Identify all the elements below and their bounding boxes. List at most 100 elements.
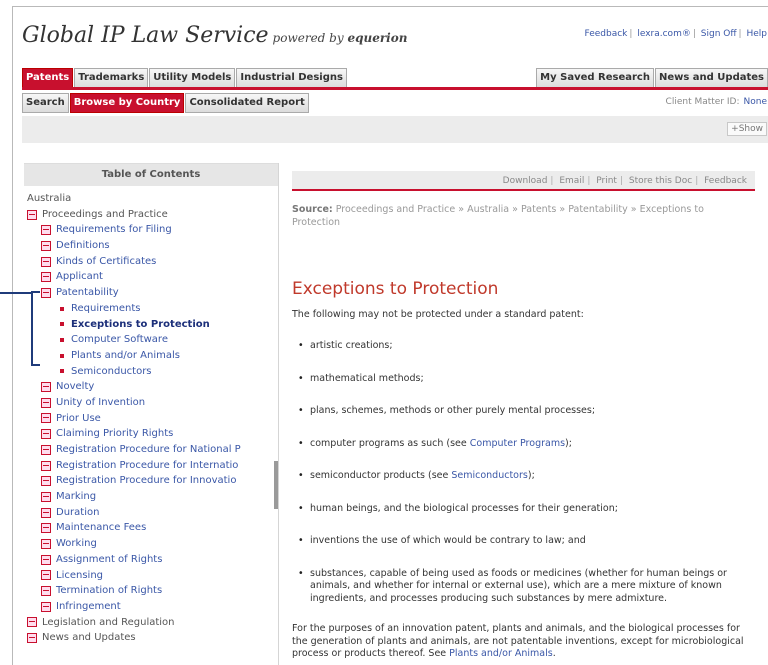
tab-industrial-designs[interactable]: Industrial Designs — [236, 68, 347, 88]
toc-item[interactable]: Registration Procedure for Internatio — [24, 458, 278, 474]
toc-item-label: Requirements — [71, 302, 141, 314]
expand-icon[interactable] — [41, 397, 51, 408]
toc-item-label: Definitions — [56, 240, 110, 252]
lexra-link[interactable]: lexra.com® — [637, 29, 691, 39]
toc-item[interactable]: Requirements for Filing — [24, 222, 278, 238]
article-title: Exceptions to Protection — [292, 279, 499, 299]
expand-icon[interactable] — [41, 570, 51, 581]
expand-icon[interactable] — [41, 523, 51, 534]
expand-icon[interactable] — [41, 225, 51, 236]
brand-title: Global IP Law Service — [22, 23, 269, 48]
toc-item[interactable]: Plants and/or Animals — [24, 348, 278, 364]
bullet-icon — [60, 306, 64, 311]
show-button[interactable]: +Show — [727, 122, 767, 136]
toc-item[interactable]: Registration Procedure for Innovatio — [24, 473, 278, 489]
expand-icon[interactable] — [41, 240, 51, 251]
expand-icon[interactable] — [41, 586, 51, 597]
client-matter-value[interactable]: None — [744, 97, 767, 107]
tab-patents[interactable]: Patents — [22, 68, 74, 88]
toc-item-label: Computer Software — [71, 334, 168, 346]
bullet-icon — [60, 369, 64, 374]
expand-icon[interactable] — [41, 538, 51, 549]
tab-my-saved-research[interactable]: My Saved Research — [536, 68, 654, 88]
expand-icon[interactable] — [41, 476, 51, 487]
toc-item[interactable]: Working — [24, 536, 278, 552]
toc-scrollbar[interactable] — [274, 461, 278, 509]
exceptions-list: artistic creations; mathematical methods;… — [292, 340, 752, 605]
tab-news-and-updates[interactable]: News and Updates — [654, 68, 768, 88]
toc-item-label: Assignment of Rights — [56, 553, 163, 565]
toc-item-label: Registration Procedure for Innovatio — [56, 475, 237, 487]
expand-icon[interactable] — [41, 601, 51, 612]
expand-icon[interactable] — [41, 429, 51, 440]
toc-item[interactable]: Kinds of Certificates — [24, 254, 278, 270]
toc-item[interactable]: Unity of Invention — [24, 395, 278, 411]
toc-item[interactable]: Legislation and Regulation — [24, 615, 278, 631]
exception-item: mathematical methods; — [292, 373, 752, 386]
toc-item[interactable]: Prior Use — [24, 411, 278, 427]
expand-icon[interactable] — [41, 460, 51, 471]
expand-icon[interactable] — [41, 507, 51, 518]
help-link[interactable]: Help — [746, 29, 767, 39]
expand-icon[interactable] — [41, 256, 51, 267]
sign-off-link[interactable]: Sign Off — [701, 29, 737, 39]
toc-item[interactable]: News and Updates — [24, 630, 278, 646]
toc-item-label: Kinds of Certificates — [56, 255, 157, 267]
tab-consolidated-report[interactable]: Consolidated Report — [185, 93, 309, 113]
tab-browse-by-country[interactable]: Browse by Country — [69, 93, 185, 113]
toc-item[interactable]: Novelty — [24, 379, 278, 395]
toc-item[interactable]: Assignment of Rights — [24, 552, 278, 568]
toc-item[interactable]: Semiconductors — [24, 364, 278, 380]
toc-item[interactable]: Claiming Priority Rights — [24, 426, 278, 442]
tab-trademarks[interactable]: Trademarks — [74, 68, 149, 88]
toc-item-label: News and Updates — [42, 632, 136, 644]
toc-item[interactable]: Licensing — [24, 568, 278, 584]
expand-icon[interactable] — [41, 413, 51, 424]
toc-item[interactable]: Requirements — [24, 301, 278, 317]
expand-icon[interactable] — [27, 633, 37, 644]
bullet-icon — [60, 353, 64, 358]
toc-item-label: Prior Use — [56, 412, 101, 424]
toc-item[interactable]: Termination of Rights — [24, 583, 278, 599]
doc-feedback-link[interactable]: Feedback — [704, 176, 747, 186]
print-link[interactable]: Print — [596, 176, 617, 186]
expand-icon[interactable] — [41, 382, 51, 393]
expand-icon[interactable] — [41, 554, 51, 565]
toc-item[interactable]: Maintenance Fees — [24, 520, 278, 536]
toc-item[interactable]: Patentability — [24, 285, 278, 301]
expand-icon[interactable] — [27, 209, 37, 220]
expand-icon[interactable] — [41, 287, 51, 298]
app-frame: Global IP Law Service powered by equerion… — [12, 6, 768, 665]
feedback-link[interactable]: Feedback — [585, 29, 628, 39]
exception-link[interactable]: Semiconductors — [451, 470, 528, 481]
toc-item-label: Applicant — [56, 271, 103, 283]
toc-heading: Table of Contents — [24, 163, 278, 186]
source-path[interactable]: Proceedings and Practice » Australia » P… — [292, 204, 704, 228]
toc-item[interactable]: Computer Software — [24, 332, 278, 348]
plants-animals-link[interactable]: Plants and/or Animals — [449, 648, 553, 659]
toc-item[interactable]: Proceedings and Practice — [24, 207, 278, 223]
toc-item-label: Registration Procedure for Internatio — [56, 459, 239, 471]
toc-item[interactable]: Registration Procedure for National P — [24, 442, 278, 458]
expand-icon[interactable] — [41, 491, 51, 502]
store-doc-link[interactable]: Store this Doc — [629, 176, 692, 186]
toc-item[interactable]: Exceptions to Protection — [24, 317, 278, 333]
exception-item: human beings, and the biological process… — [292, 503, 752, 516]
toc-item[interactable]: Australia — [24, 191, 278, 207]
toc-item[interactable]: Definitions — [24, 238, 278, 254]
toc-item[interactable]: Duration — [24, 505, 278, 521]
bullet-icon — [60, 322, 64, 327]
download-link[interactable]: Download — [503, 176, 548, 186]
expand-icon[interactable] — [27, 617, 37, 628]
toc-item[interactable]: Infringement — [24, 599, 278, 615]
exception-link[interactable]: Computer Programs — [470, 438, 565, 449]
client-matter: Client Matter ID: None — [666, 97, 767, 107]
toc-item[interactable]: Marking — [24, 489, 278, 505]
exception-item: substances, capable of being used as foo… — [292, 568, 752, 606]
tab-utility-models[interactable]: Utility Models — [149, 68, 236, 88]
expand-icon[interactable] — [41, 272, 51, 283]
expand-icon[interactable] — [41, 444, 51, 455]
toc-item[interactable]: Applicant — [24, 269, 278, 285]
email-link[interactable]: Email — [559, 176, 584, 186]
tab-search[interactable]: Search — [22, 93, 69, 113]
